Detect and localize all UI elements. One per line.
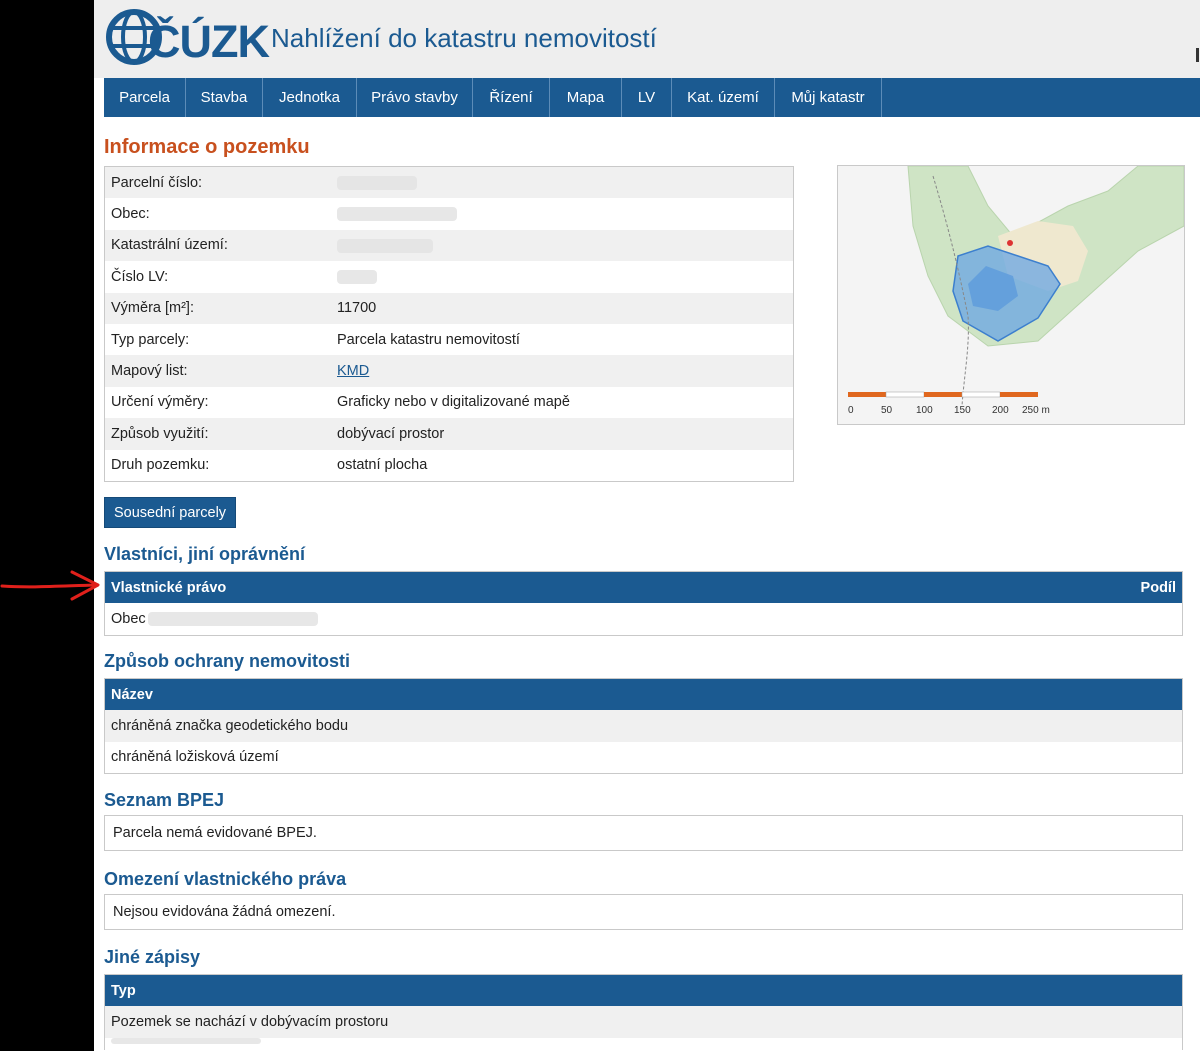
owner-row: Obec <box>105 603 1182 635</box>
info-value: Graficky nebo v digitalizované mapě <box>337 394 570 411</box>
protection-title: Způsob ochrany nemovitosti <box>104 651 351 671</box>
info-label: Výměra [m²]: <box>111 300 194 317</box>
bpej-title: Seznam BPEJ <box>104 790 225 810</box>
other-records-header-label: Typ <box>111 982 136 999</box>
info-label: Číslo LV: <box>111 268 169 285</box>
info-label: Typ parcely: <box>111 331 190 348</box>
page: ČÚZK Nahlížení do katastru nemovitostí P… <box>94 0 1200 1051</box>
info-label: Druh pozemku: <box>111 457 210 474</box>
info-row-lv-number: Číslo LV: <box>105 261 793 293</box>
owners-title: Vlastníci, jiní oprávnění <box>104 544 306 564</box>
scale-label: 100 <box>916 405 933 416</box>
scale-label: 250 m <box>1022 405 1050 416</box>
info-row-parcel-type: Typ parcely: Parcela katastru nemovitost… <box>105 323 793 356</box>
site-header: ČÚZK Nahlížení do katastru nemovitostí <box>94 0 1200 78</box>
info-title: Informace o pozemku <box>104 136 310 158</box>
info-label: Určení výměry: <box>111 394 209 411</box>
info-row-cadastral-area: Katastrální území: <box>105 229 793 262</box>
red-arrow-annotation <box>0 570 100 601</box>
owners-header-left: Vlastnické právo <box>111 579 227 596</box>
info-row-area: Výměra [m²]: 11700 <box>105 292 793 324</box>
info-label: Způsob využití: <box>111 425 209 442</box>
scale-label: 200 <box>992 405 1009 416</box>
other-records-title: Jiné zápisy <box>104 947 201 967</box>
info-value-cell: KMD <box>337 363 793 379</box>
cuzk-logo[interactable]: ČÚZK <box>104 6 270 68</box>
info-value: 11700 <box>337 300 377 317</box>
info-row-map-sheet: Mapový list: KMD <box>105 355 793 387</box>
nav-rizeni[interactable]: Řízení <box>473 78 550 117</box>
nav-kat-uzemi[interactable]: Kat. území <box>672 78 775 117</box>
info-label: Obec: <box>111 206 150 223</box>
info-table: Parcelní číslo: Obec: Katastrální území:… <box>104 166 794 482</box>
map-sheet-link[interactable]: KMD <box>337 363 369 379</box>
nav-jednotka[interactable]: Jednotka <box>263 78 357 117</box>
protection-table-header: Název <box>105 679 1182 710</box>
protection-table: Název chráněná značka geodetického bodu … <box>104 678 1183 774</box>
corner-mark <box>1196 48 1199 62</box>
owner-name: Obec <box>111 610 146 627</box>
cut-off-text <box>111 1037 261 1044</box>
redacted-value <box>337 207 457 222</box>
redacted-value <box>337 238 433 253</box>
info-label: Parcelní číslo: <box>111 174 203 191</box>
nav-muj-katastr[interactable]: Můj katastr <box>775 78 882 117</box>
info-value: ostatní plocha <box>337 457 428 474</box>
restrictions-title: Omezení vlastnického práva <box>104 869 347 889</box>
info-value-redacted <box>337 269 793 285</box>
table-row: chráněná značka geodetického bodu <box>105 710 1182 742</box>
protection-item: chráněná značka geodetického bodu <box>111 717 349 734</box>
info-value: dobývací prostor <box>337 425 445 442</box>
info-value-redacted <box>337 175 793 191</box>
redacted-value <box>337 175 417 190</box>
other-records-header: Typ <box>105 975 1182 1006</box>
info-row-area-determination: Určení výměry: Graficky nebo v digitaliz… <box>105 386 793 419</box>
info-row-land-type: Druh pozemku: ostatní plocha <box>105 449 793 481</box>
protection-header: Název <box>111 686 153 703</box>
scale-label: 50 <box>881 405 893 416</box>
redacted-value <box>337 270 377 285</box>
nav-parcela[interactable]: Parcela <box>104 78 186 117</box>
info-row-parcel-number: Parcelní číslo: <box>105 167 793 199</box>
table-row: chráněná ložisková území <box>105 741 1182 773</box>
nav-stavba[interactable]: Stavba <box>186 78 263 117</box>
nav-mapa[interactable]: Mapa <box>550 78 622 117</box>
table-row: Pozemek se nachází v dobývacím prostoru <box>105 1006 1182 1038</box>
scale-label: 150 <box>954 405 971 416</box>
info-value-redacted <box>337 237 793 253</box>
protection-item: chráněná ložisková území <box>111 749 279 766</box>
parcel-map-thumbnail[interactable]: 0 50 100 150 200 250 m <box>837 165 1185 425</box>
owners-header-right: Podíl <box>1140 579 1176 596</box>
map-image: 0 50 100 150 200 250 m <box>838 165 1185 424</box>
other-record-item: Pozemek se nachází v dobývacím prostoru <box>111 1013 389 1030</box>
bpej-box: Parcela nemá evidované BPEJ. <box>104 815 1183 851</box>
info-label: Mapový list: <box>111 363 188 380</box>
other-records-table: Typ Pozemek se nachází v dobývacím prost… <box>104 974 1183 1050</box>
black-left-margin <box>0 0 94 1051</box>
scale-label: 0 <box>848 405 854 416</box>
owners-table: Vlastnické právo Podíl Obec <box>104 571 1183 636</box>
owners-table-header: Vlastnické právo Podíl <box>105 572 1182 603</box>
restrictions-box: Nejsou evidována žádná omezení. <box>104 894 1183 930</box>
info-value: Parcela katastru nemovitostí <box>337 331 520 348</box>
logo-text: ČÚZK <box>148 16 270 67</box>
info-label: Katastrální území: <box>111 237 228 254</box>
info-row-obec: Obec: <box>105 198 793 230</box>
neighbor-parcels-button[interactable]: Sousední parcely <box>104 497 237 528</box>
main-nav: Parcela Stavba Jednotka Právo stavby Říz… <box>104 78 1200 117</box>
nav-lv[interactable]: LV <box>622 78 672 117</box>
site-title[interactable]: Nahlížení do katastru nemovitostí <box>271 20 657 56</box>
info-row-usage: Způsob využití: dobývací prostor <box>105 418 793 450</box>
table-row-cut <box>105 1037 1182 1050</box>
redacted-value <box>147 611 318 626</box>
info-value-redacted <box>337 206 793 222</box>
nav-pravo-stavby[interactable]: Právo stavby <box>357 78 473 117</box>
